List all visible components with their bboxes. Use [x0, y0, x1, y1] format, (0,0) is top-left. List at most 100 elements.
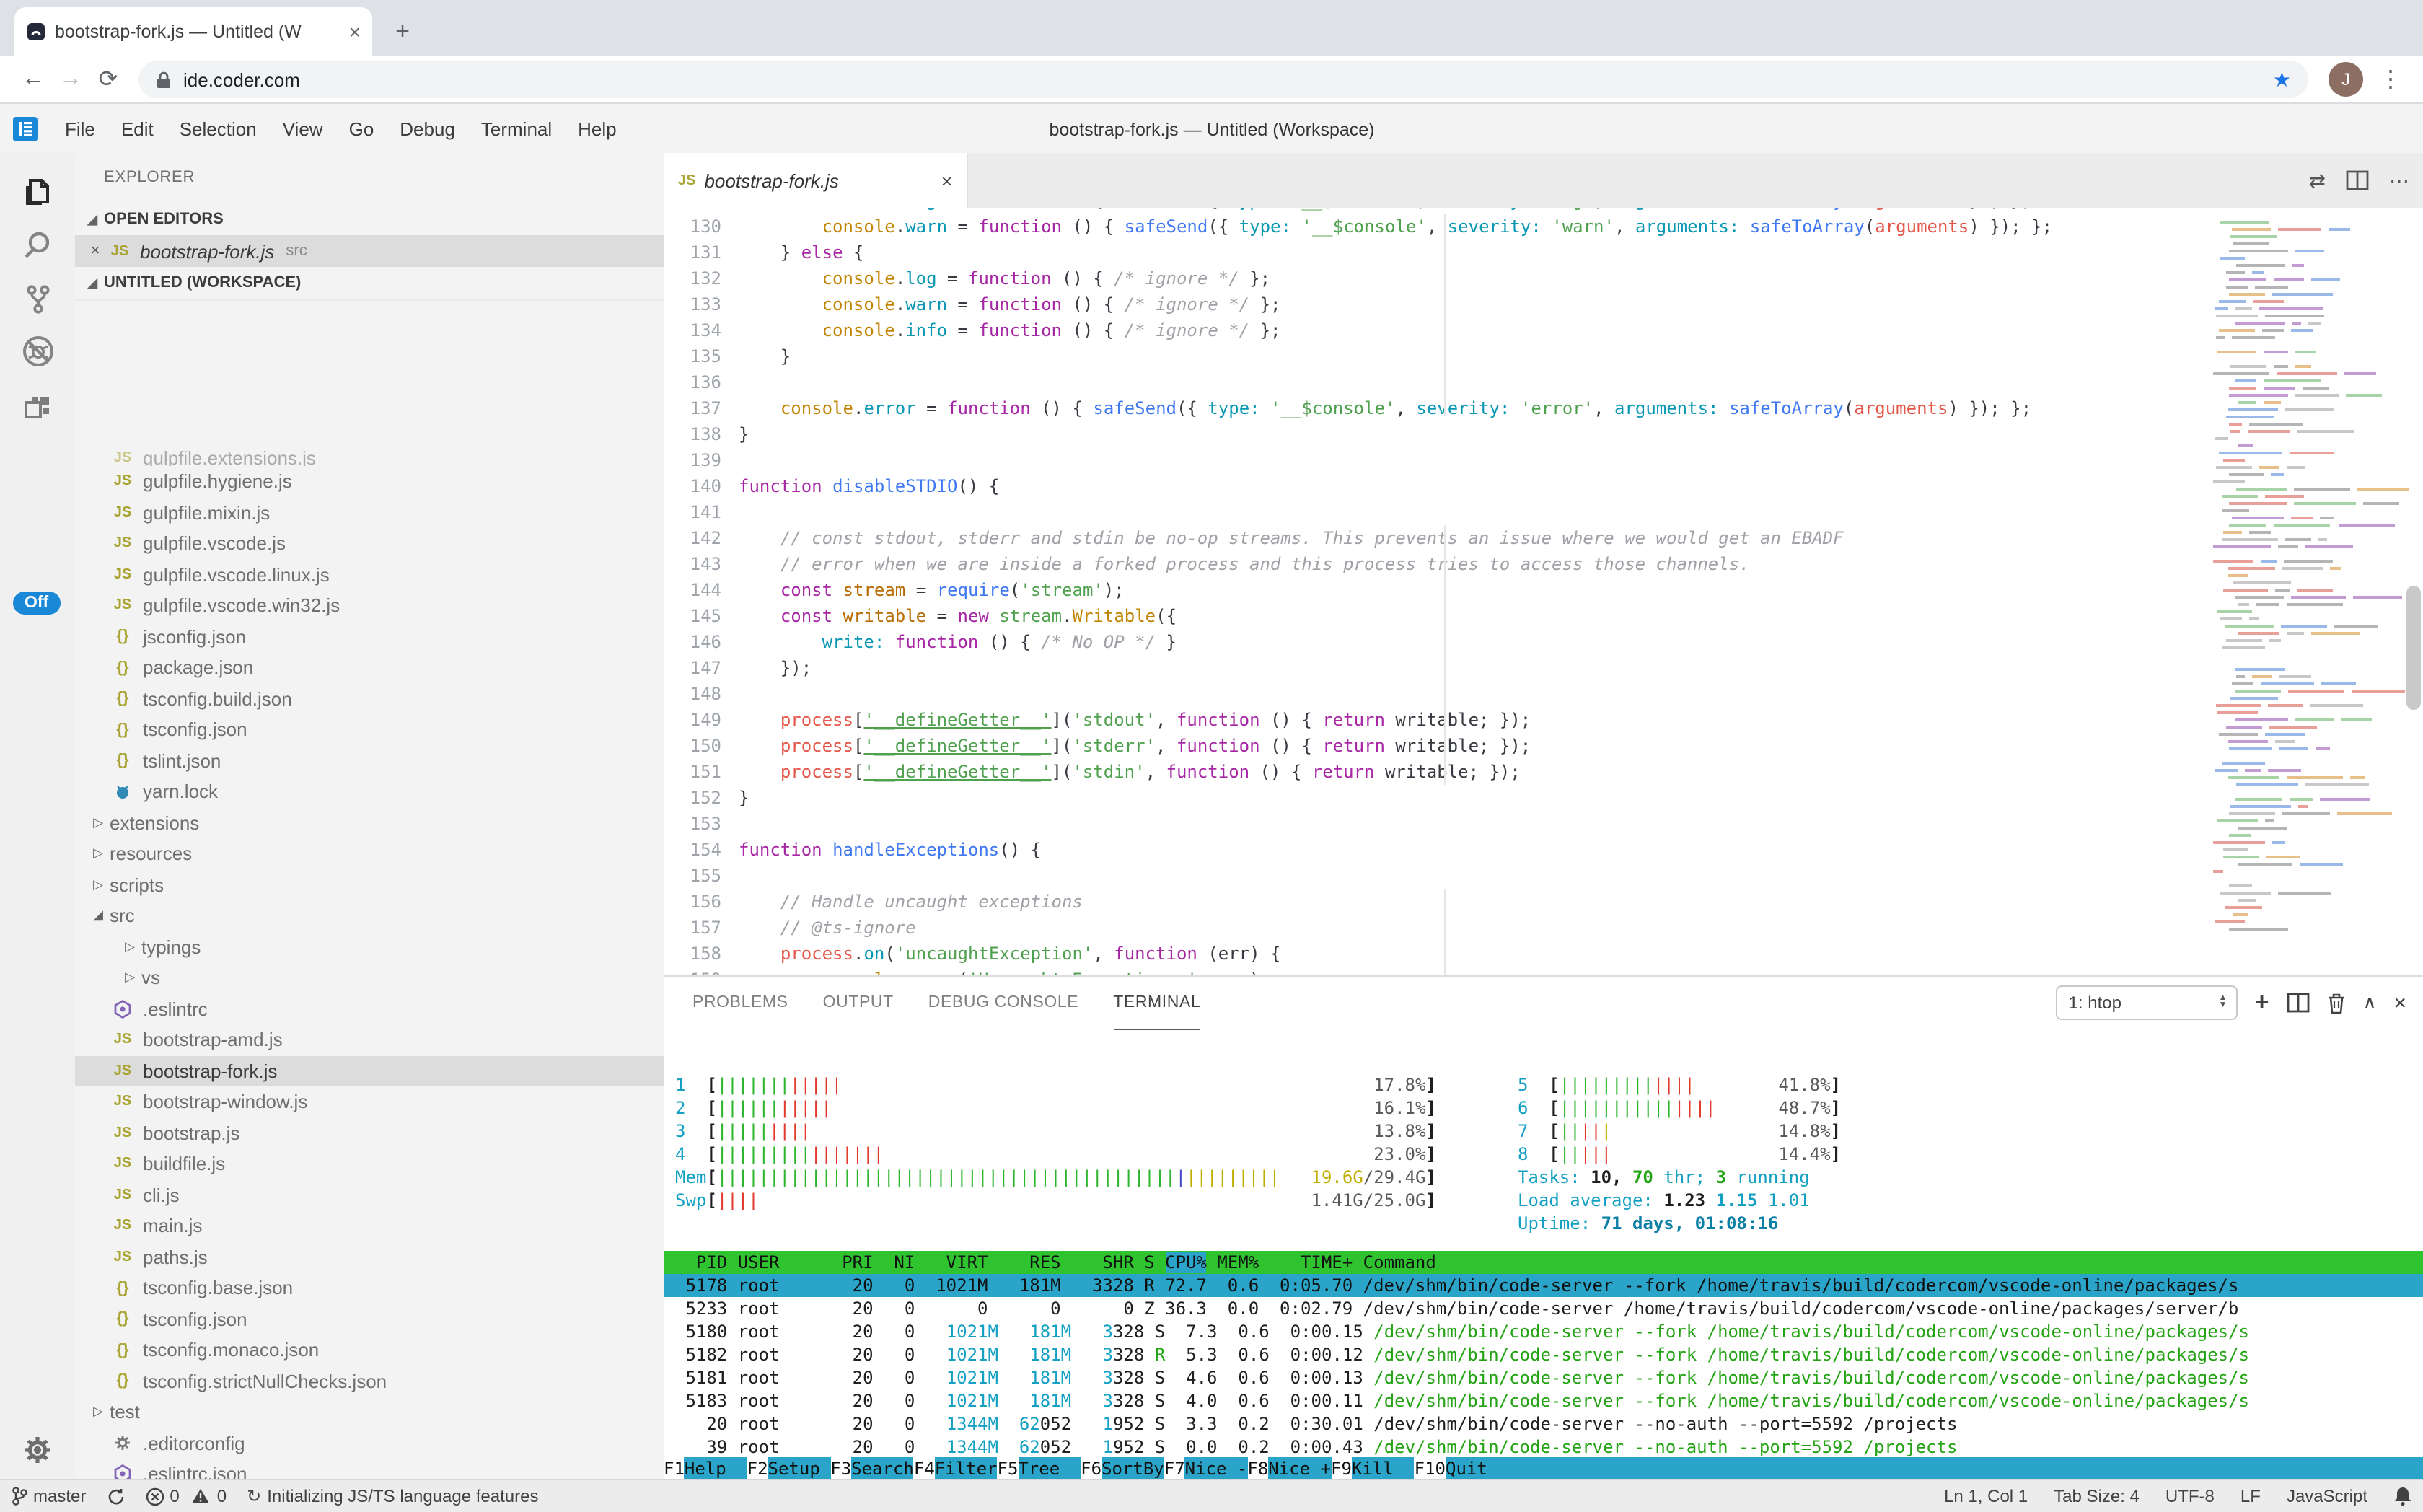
- avatar[interactable]: J: [2329, 62, 2363, 97]
- status-ln-1-col-1[interactable]: Ln 1, Col 1: [1944, 1486, 2028, 1506]
- panel-tab-debug-console[interactable]: DEBUG CONSOLE: [928, 977, 1078, 1030]
- workspace-header[interactable]: ◢ UNTITLED (WORKSPACE): [75, 267, 664, 299]
- tree-item-.editorconfig[interactable]: .editorconfig: [75, 1428, 664, 1459]
- tree-item-gulpfile.mixin.js[interactable]: JSgulpfile.mixin.js: [75, 497, 664, 528]
- htop-process-row[interactable]: 5178 root 20 0 1021M 181M 3328 R 72.7 0.…: [664, 1274, 2423, 1297]
- menu-file[interactable]: File: [52, 118, 108, 140]
- htop-process-row[interactable]: 5183 root 20 0 1021M 181M 3328 S 4.0 0.6…: [664, 1389, 2423, 1412]
- tree-item-bootstrap.js[interactable]: JSbootstrap.js: [75, 1117, 664, 1148]
- close-panel-icon[interactable]: ×: [2393, 990, 2406, 1015]
- tree-item-cli.js[interactable]: JScli.js: [75, 1179, 664, 1210]
- tree-item-bootstrap-fork.js[interactable]: JSbootstrap-fork.js: [75, 1055, 664, 1086]
- settings-gear-icon[interactable]: [0, 1423, 75, 1476]
- reload-icon[interactable]: ⟳: [89, 61, 127, 98]
- panel-tab-output[interactable]: OUTPUT: [823, 977, 894, 1030]
- more-actions-icon[interactable]: ⋯: [2389, 168, 2409, 193]
- menu-go[interactable]: Go: [336, 118, 387, 140]
- extensions-icon[interactable]: [0, 378, 75, 431]
- menu-selection[interactable]: Selection: [167, 118, 270, 140]
- status-lf[interactable]: LF: [2240, 1486, 2261, 1506]
- tree-item-extensions[interactable]: ▷extensions: [75, 807, 664, 838]
- htop-process-row[interactable]: 5233 root 20 0 0 0 0 Z 36.3 0.0 0:02.79 …: [664, 1297, 2423, 1320]
- tree-item-jsconfig.json[interactable]: {}jsconfig.json: [75, 621, 664, 652]
- debug-off-icon[interactable]: [0, 325, 75, 378]
- search-icon[interactable]: [0, 218, 75, 271]
- open-editors-header[interactable]: ◢ OPEN EDITORS: [75, 203, 664, 235]
- problems-indicator[interactable]: 0 0: [145, 1486, 227, 1506]
- split-editor-icon[interactable]: [2346, 170, 2369, 190]
- tree-item-main.js[interactable]: JSmain.js: [75, 1210, 664, 1241]
- tree-item-gulpfile.extensions.js[interactable]: JSgulpfile.extensions.js: [75, 450, 664, 466]
- tree-item-tsconfig.monaco.json[interactable]: {}tsconfig.monaco.json: [75, 1335, 664, 1366]
- explorer-icon[interactable]: [0, 164, 75, 218]
- bookmark-star-icon[interactable]: ★: [2273, 67, 2291, 92]
- terminal[interactable]: 1 [|||||||||||| 17.8%]2 [||||||||||| 16.…: [664, 1029, 2423, 1480]
- tree-item-gulpfile.vscode.js[interactable]: JSgulpfile.vscode.js: [75, 528, 664, 559]
- htop-process-row[interactable]: 5180 root 20 0 1021M 181M 3328 S 7.3 0.6…: [664, 1320, 2423, 1343]
- maximize-panel-icon[interactable]: ∧: [2362, 991, 2376, 1014]
- branch-indicator[interactable]: master: [12, 1486, 86, 1506]
- code-editor[interactable]: 129 console.log = function () { safeSend…: [664, 208, 2423, 975]
- tree-item-tsconfig.json[interactable]: {}tsconfig.json: [75, 714, 664, 745]
- htop-process-row[interactable]: 39 root 20 0 1344M 62052 1952 S 0.0 0.2 …: [664, 1436, 2423, 1459]
- terminal-select[interactable]: 1: htop ▲▼: [2056, 985, 2238, 1020]
- tree-item-tsconfig.base.json[interactable]: {}tsconfig.base.json: [75, 1273, 664, 1304]
- panel-tab-problems[interactable]: PROBLEMS: [692, 977, 788, 1030]
- tree-item-scripts[interactable]: ▷scripts: [75, 869, 664, 900]
- htop-table-header[interactable]: PID USER PRI NI VIRT RES SHR S CPU% MEM%…: [664, 1251, 2423, 1274]
- tree-item-tsconfig.strictNullChecks.json[interactable]: {}tsconfig.strictNullChecks.json: [75, 1366, 664, 1397]
- kill-terminal-trash-icon[interactable]: [2326, 992, 2345, 1014]
- tree-item-typings[interactable]: ▷typings: [75, 931, 664, 962]
- back-icon[interactable]: ←: [14, 61, 52, 98]
- language-status[interactable]: ↻ Initializing JS/TS language features: [247, 1486, 538, 1506]
- minimap[interactable]: [2207, 208, 2404, 975]
- new-tab-button[interactable]: +: [384, 13, 421, 50]
- menu-debug[interactable]: Debug: [387, 118, 468, 140]
- tree-item-src[interactable]: ◢src: [75, 900, 664, 931]
- htop-function-key-bar[interactable]: F1Help F2Setup F3SearchF4FilterF5Tree F6…: [664, 1457, 2423, 1480]
- browser-menu-icon[interactable]: ⋮: [2372, 61, 2409, 98]
- htop-process-row[interactable]: 5181 root 20 0 1021M 181M 3328 S 4.6 0.6…: [664, 1366, 2423, 1389]
- tree-item-gulpfile.hygiene.js[interactable]: JSgulpfile.hygiene.js: [75, 466, 664, 497]
- menu-terminal[interactable]: Terminal: [468, 118, 565, 140]
- tree-item-vs[interactable]: ▷vs: [75, 962, 664, 993]
- menu-help[interactable]: Help: [565, 118, 630, 140]
- tree-item-.eslintrc.json[interactable]: .eslintrc.json: [75, 1459, 664, 1480]
- editor-tab-close-icon[interactable]: ×: [941, 170, 952, 191]
- tree-item-buildfile.js[interactable]: JSbuildfile.js: [75, 1148, 664, 1179]
- status-javascript[interactable]: JavaScript: [2287, 1486, 2367, 1506]
- menu-edit[interactable]: Edit: [108, 118, 167, 140]
- tree-item-gulpfile.vscode.win32.js[interactable]: JSgulpfile.vscode.win32.js: [75, 590, 664, 621]
- editor-scrollbar[interactable]: [2404, 208, 2423, 975]
- open-editor-item[interactable]: × JS bootstrap-fork.js src: [75, 235, 664, 267]
- tree-item-tsconfig.build.json[interactable]: {}tsconfig.build.json: [75, 683, 664, 714]
- tab-close-icon[interactable]: ×: [349, 20, 361, 43]
- htop-process-row[interactable]: 20 root 20 0 1344M 62052 1952 S 3.3 0.2 …: [664, 1412, 2423, 1436]
- browser-tab[interactable]: bootstrap-fork.js — Untitled (W ×: [14, 7, 372, 56]
- tree-item-.eslintrc[interactable]: .eslintrc: [75, 993, 664, 1024]
- tree-item-bootstrap-window.js[interactable]: JSbootstrap-window.js: [75, 1086, 664, 1117]
- panel-tab-terminal[interactable]: TERMINAL: [1113, 977, 1200, 1030]
- source-control-icon[interactable]: [0, 271, 75, 325]
- tree-item-bootstrap-amd.js[interactable]: JSbootstrap-amd.js: [75, 1024, 664, 1055]
- menu-view[interactable]: View: [270, 118, 336, 140]
- tree-item-gulpfile.vscode.linux.js[interactable]: JSgulpfile.vscode.linux.js: [75, 559, 664, 590]
- url-bar[interactable]: ide.coder.com ★: [138, 61, 2308, 98]
- editor-tab[interactable]: JS bootstrap-fork.js ×: [664, 153, 968, 208]
- tree-item-resources[interactable]: ▷resources: [75, 838, 664, 869]
- toggle-layout-icon[interactable]: ⇄: [2309, 168, 2326, 193]
- off-badge[interactable]: Off: [13, 592, 60, 615]
- tree-item-tslint.json[interactable]: {}tslint.json: [75, 745, 664, 776]
- scrollbar-thumb[interactable]: [2406, 586, 2421, 710]
- status-tab-size-4[interactable]: Tab Size: 4: [2054, 1486, 2140, 1506]
- split-terminal-icon[interactable]: [2286, 993, 2309, 1013]
- tree-item-paths.js[interactable]: JSpaths.js: [75, 1241, 664, 1273]
- status-utf-8[interactable]: UTF-8: [2165, 1486, 2215, 1506]
- tree-item-package.json[interactable]: {}package.json: [75, 652, 664, 683]
- tree-item-test[interactable]: ▷test: [75, 1397, 664, 1428]
- close-editor-icon[interactable]: ×: [84, 242, 107, 260]
- forward-icon[interactable]: →: [52, 61, 89, 98]
- tree-item-tsconfig.json[interactable]: {}tsconfig.json: [75, 1304, 664, 1335]
- new-terminal-icon[interactable]: +: [2255, 988, 2269, 1017]
- sync-button[interactable]: [106, 1487, 125, 1506]
